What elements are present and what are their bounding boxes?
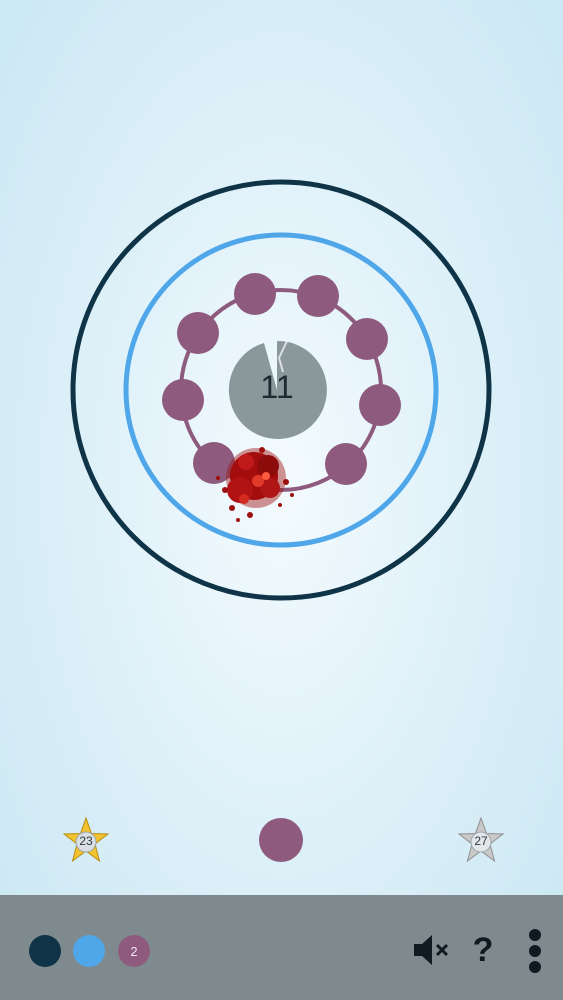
help-button[interactable]: ? <box>466 928 500 972</box>
orbit-ball <box>234 273 276 315</box>
color-swatch-blue[interactable] <box>73 935 105 967</box>
color-swatch-purple[interactable]: 2 <box>118 935 150 967</box>
orbit-ball <box>346 318 388 360</box>
vertical-dots-menu-icon <box>529 929 541 973</box>
swatch-count: 2 <box>130 943 138 959</box>
orbit-ball <box>162 379 204 421</box>
orbit-ball <box>359 384 401 426</box>
left-star-badge[interactable]: 23 <box>61 816 111 866</box>
color-swatch-dark[interactable] <box>29 935 61 967</box>
next-ball[interactable] <box>259 818 303 862</box>
center-counter: 11 <box>260 369 293 405</box>
right-star-value: 27 <box>474 834 488 848</box>
left-star-value: 23 <box>79 834 93 848</box>
right-star-badge[interactable]: 27 <box>456 816 506 866</box>
orbit-ball <box>297 275 339 317</box>
game-board[interactable]: 11 <box>0 0 563 895</box>
speaker-muted-icon <box>414 935 449 965</box>
menu-button[interactable] <box>524 928 546 974</box>
orbit-ball <box>177 312 219 354</box>
mute-button[interactable] <box>412 933 452 967</box>
orbit-ball <box>325 443 367 485</box>
